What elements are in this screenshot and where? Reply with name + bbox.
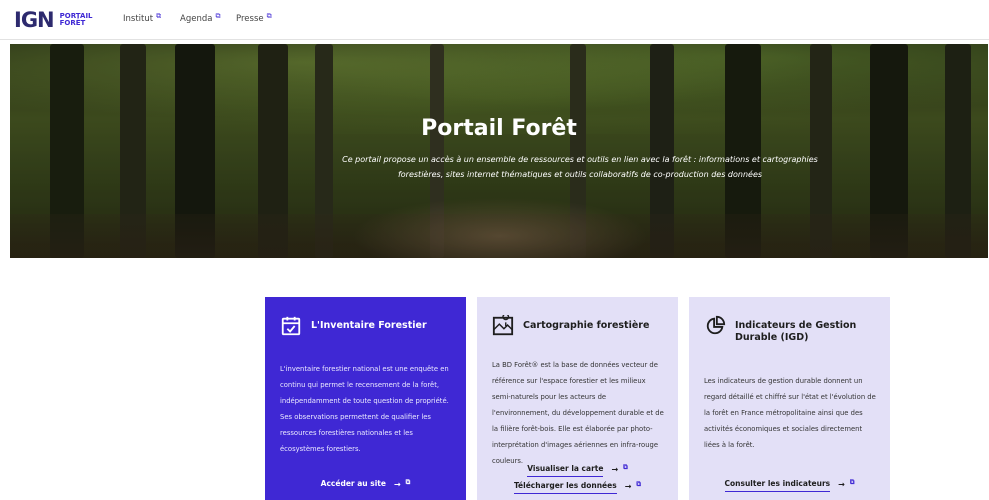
link-label: Visualiser la carte [527,462,604,477]
pie-chart-icon [706,315,726,335]
card-title: L'Inventaire Forestier [311,320,427,331]
link-label: Consulter les indicateurs [724,477,831,492]
link-visualiser-la-carte[interactable]: Visualiser la carte → ⧉ [527,462,628,477]
card-description: La BD Forêt® est la base de données vect… [492,361,664,465]
arrow-right-icon: → [624,482,632,491]
link-label: Télécharger les données [513,479,617,494]
nav-label: Presse [236,14,264,24]
card-indicateurs-gestion-durable: Indicateurs de Gestion Durable (IGD) Les… [689,297,890,500]
external-link-icon: ⧉ [266,11,272,20]
card-cartographie-forestiere: Cartographie forestière La BD Forêt® est… [477,297,678,500]
external-link-icon: ⧉ [623,463,628,471]
card-header: L'Inventaire Forestier [280,315,452,351]
hero-description-line1: Ce portail propose un accès à un ensembl… [342,155,818,164]
card-links: Accéder au site → ⧉ [265,477,466,493]
card-links: Consulter les indicateurs → ⧉ [689,477,890,494]
calendar-check-icon [281,316,301,336]
arrow-right-icon: → [611,465,619,474]
card-inventaire-forestier: L'Inventaire Forestier L'inventaire fore… [265,297,466,500]
nav-link-agenda[interactable]: Agenda ⧉ [180,11,221,25]
nav-link-presse[interactable]: Presse ⧉ [236,11,272,25]
card-header: Cartographie forestière [492,315,664,351]
nav-label: Institut [123,14,154,24]
map-icon [492,315,514,336]
external-link-icon: ⧉ [215,11,221,20]
nav-label: Agenda [180,14,213,24]
link-consulter-les-indicateurs[interactable]: Consulter les indicateurs → ⧉ [724,477,855,492]
card-title: Cartographie forestière [523,320,650,331]
logo-mark: IGN [14,8,55,32]
logo-sub-line2: FORÊT [59,19,86,27]
hero-banner: Portail Forêt Ce portail propose un accè… [10,44,988,258]
link-telecharger-les-donnees[interactable]: Télécharger les données → ⧉ [513,479,642,494]
hero-description-line2: forestières, sites internet thématiques … [397,170,763,179]
ign-logo[interactable]: IGN PORTAIL FORÊT [14,8,93,32]
card-title: Indicateurs de Gestion Durable (IGD) [735,320,857,343]
external-link-icon: ⧉ [156,11,162,20]
arrow-right-icon: → [838,480,845,489]
logo-subtitle: PORTAIL FORÊT [60,13,93,27]
card-description: Les indicateurs de gestion durable donne… [704,377,876,449]
hero-overlay [10,44,988,258]
nav-link-institut[interactable]: Institut ⧉ [123,11,162,25]
arrow-right-icon: → [393,479,401,489]
external-link-icon: ⧉ [849,478,855,486]
hero-description: Ce portail propose un accès à un ensembl… [300,152,860,182]
card-description: L'inventaire forestier national est une … [280,365,449,453]
page-title: Portail Forêt [421,116,577,141]
card-links: Visualiser la carte → ⧉ Télécharger les … [477,462,678,496]
link-label: Accéder au site [320,479,386,488]
external-link-icon: ⧉ [405,477,411,486]
link-acceder-au-site[interactable]: Accéder au site → ⧉ [321,477,411,491]
card-header: Indicateurs de Gestion Durable (IGD) [704,315,876,351]
site-header: IGN PORTAIL FORÊT Institut ⧉ Agenda ⧉ Pr… [0,0,989,40]
external-link-icon: ⧉ [636,480,642,488]
